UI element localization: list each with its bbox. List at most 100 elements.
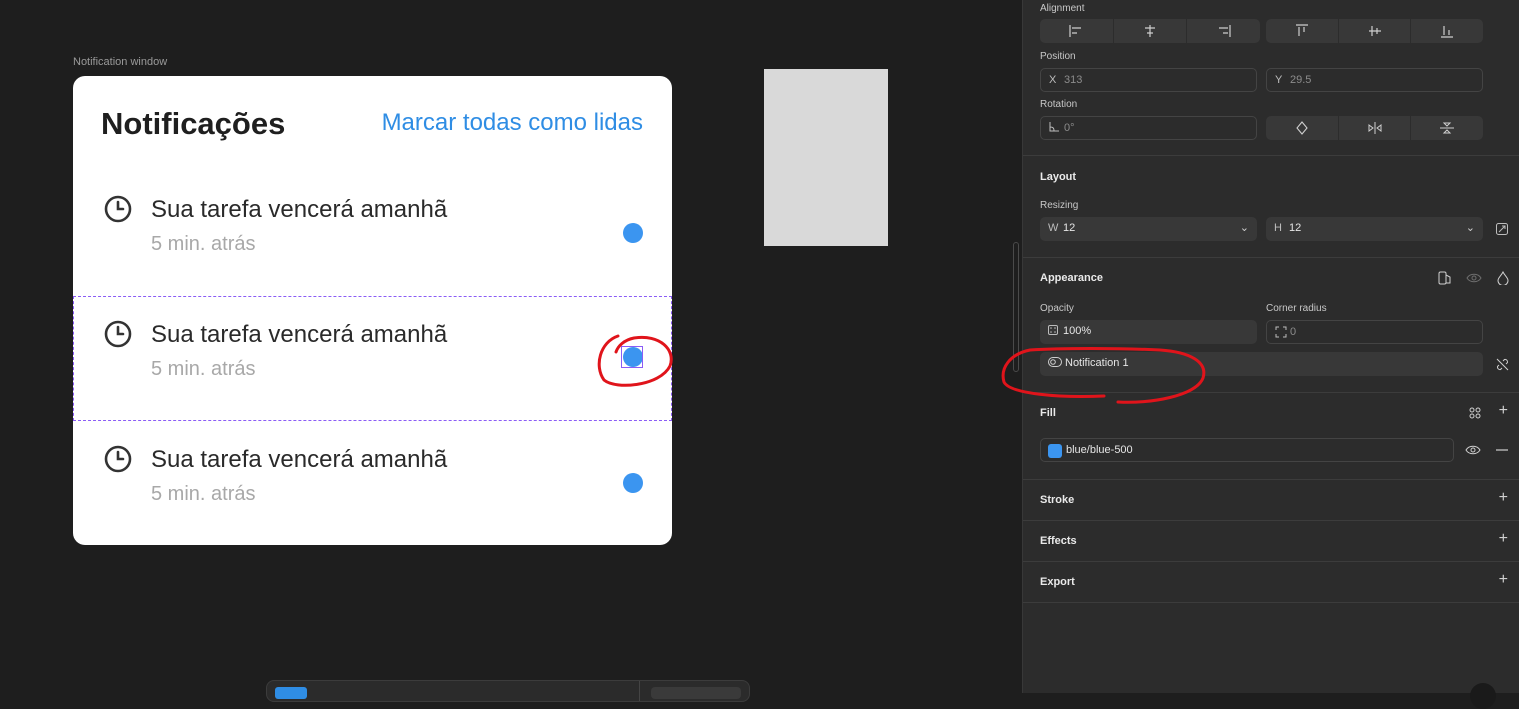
variable-value[interactable]: Notification 1 <box>1065 357 1129 369</box>
position-y-field[interactable]: Y 29.5 <box>1266 68 1483 92</box>
mark-all-read-link[interactable]: Marcar todas como lidas <box>382 109 643 137</box>
frame-label[interactable]: Notification window <box>73 56 167 68</box>
opacity-value[interactable]: 100% <box>1063 325 1091 337</box>
notification-time: 5 min. atrás <box>151 483 256 505</box>
add-export-icon[interactable]: + <box>1499 571 1508 589</box>
properties-panel: Alignment Position X 313 Y 29.5 Rotation <box>1022 0 1519 709</box>
corner-radius-label: Corner radius <box>1266 303 1327 314</box>
section-divider <box>1023 561 1519 562</box>
corner-radius-icon <box>1275 326 1287 341</box>
y-prefix: Y <box>1275 74 1283 86</box>
align-bottom-icon[interactable] <box>1411 19 1483 43</box>
align-top-icon[interactable] <box>1266 19 1339 43</box>
toggle-variable-icon <box>1048 357 1062 370</box>
opacity-label: Opacity <box>1040 303 1074 314</box>
height-field[interactable]: H 12 ⌄ <box>1266 217 1483 241</box>
fill-heading: Fill <box>1040 407 1056 419</box>
notification-time: 5 min. atrás <box>151 233 256 255</box>
styles-grid-icon[interactable] <box>1467 405 1483 421</box>
fill-swatch[interactable] <box>1048 444 1062 458</box>
notification-row-selected[interactable]: Sua tarefa vencerá amanhã 5 min. atrás <box>73 296 672 421</box>
placeholder-rectangle[interactable] <box>764 69 888 246</box>
alignment-label: Alignment <box>1040 3 1085 14</box>
export-heading: Export <box>1040 576 1075 588</box>
fill-visibility-eye-icon[interactable] <box>1465 442 1481 458</box>
height-value[interactable]: 12 <box>1289 222 1301 234</box>
bottom-toolbar[interactable] <box>266 680 750 702</box>
notification-title: Sua tarefa vencerá amanhã <box>151 321 448 348</box>
clock-icon <box>104 320 132 348</box>
clock-icon <box>104 195 132 223</box>
add-effect-icon[interactable]: + <box>1499 530 1508 548</box>
section-divider <box>1023 257 1519 258</box>
rotation-label: Rotation <box>1040 99 1078 110</box>
toolbar-divider <box>639 681 640 701</box>
remove-fill-icon[interactable] <box>1494 442 1510 458</box>
chevron-down-icon[interactable]: ⌄ <box>1466 221 1475 234</box>
notification-title: Sua tarefa vencerá amanhã <box>151 446 448 473</box>
appearance-heading: Appearance <box>1040 272 1103 284</box>
align-center-vertical-icon[interactable] <box>1339 19 1412 43</box>
notification-title: Sua tarefa vencerá amanhã <box>151 196 448 223</box>
unread-dot[interactable] <box>623 473 643 493</box>
vertical-align-group[interactable] <box>1266 19 1483 43</box>
variable-field[interactable]: Notification 1 <box>1040 352 1483 376</box>
resize-to-fit-icon[interactable] <box>1494 221 1510 237</box>
width-field[interactable]: W 12 ⌄ <box>1040 217 1257 241</box>
align-left-icon[interactable] <box>1040 19 1114 43</box>
add-fill-icon[interactable]: + <box>1499 402 1508 420</box>
section-divider <box>1023 602 1519 603</box>
position-x-field[interactable]: X 313 <box>1040 68 1257 92</box>
stroke-heading: Stroke <box>1040 494 1075 506</box>
fill-style-name[interactable]: blue/blue-500 <box>1066 444 1133 456</box>
x-value[interactable]: 313 <box>1064 74 1082 86</box>
notification-row[interactable]: Sua tarefa vencerá amanhã 5 min. atrás <box>73 171 672 296</box>
card-title: Notificações <box>101 106 286 141</box>
add-stroke-icon[interactable]: + <box>1499 489 1508 507</box>
rotation-value[interactable]: 0° <box>1064 122 1075 134</box>
h-prefix: H <box>1274 222 1282 234</box>
design-canvas[interactable]: Notification window Notificações Marcar … <box>0 0 1022 702</box>
notification-time: 5 min. atrás <box>151 358 256 380</box>
section-divider <box>1023 392 1519 393</box>
notification-card[interactable]: Notificações Marcar todas como lidas Sua… <box>73 76 672 545</box>
effects-heading: Effects <box>1040 535 1077 547</box>
opacity-field[interactable]: 100% <box>1040 320 1257 344</box>
angle-icon <box>1049 122 1059 135</box>
blend-drop-icon[interactable] <box>1495 270 1511 286</box>
transform-group[interactable] <box>1266 116 1483 140</box>
rotate-icon[interactable] <box>1266 116 1339 140</box>
corner-radius-value[interactable]: 0 <box>1290 326 1296 338</box>
flip-vertical-icon[interactable] <box>1411 116 1483 140</box>
corner-radius-field[interactable]: 0 <box>1266 320 1483 344</box>
layout-heading: Layout <box>1040 171 1077 183</box>
position-label: Position <box>1040 51 1076 62</box>
variable-mode-icon[interactable] <box>1437 270 1453 286</box>
unread-dot[interactable] <box>623 223 643 243</box>
help-button[interactable] <box>1470 683 1496 709</box>
eye-icon[interactable] <box>1466 270 1482 286</box>
fill-style-field[interactable]: blue/blue-500 <box>1040 438 1454 462</box>
notification-row[interactable]: Sua tarefa vencerá amanhã 5 min. atrás <box>73 421 672 546</box>
resizing-label: Resizing <box>1040 200 1079 211</box>
x-prefix: X <box>1049 74 1057 86</box>
selection-box[interactable] <box>621 346 643 368</box>
y-value[interactable]: 29.5 <box>1290 74 1311 86</box>
width-value[interactable]: 12 <box>1063 222 1075 234</box>
chevron-down-icon[interactable]: ⌄ <box>1240 221 1249 234</box>
clock-icon <box>104 445 132 473</box>
horizontal-align-group[interactable] <box>1040 19 1260 43</box>
section-divider <box>1023 479 1519 480</box>
section-divider <box>1023 155 1519 156</box>
detach-variable-icon[interactable] <box>1494 356 1510 372</box>
align-center-horizontal-icon[interactable] <box>1114 19 1188 43</box>
align-right-icon[interactable] <box>1187 19 1260 43</box>
rotation-field[interactable]: 0° <box>1040 116 1257 140</box>
w-prefix: W <box>1048 222 1059 234</box>
flip-horizontal-icon[interactable] <box>1339 116 1412 140</box>
section-divider <box>1023 520 1519 521</box>
canvas-scrollbar[interactable] <box>1013 242 1019 372</box>
toolbar-toggle[interactable] <box>651 687 741 699</box>
opacity-icon <box>1048 325 1058 338</box>
toolbar-tool-button[interactable] <box>275 687 307 699</box>
